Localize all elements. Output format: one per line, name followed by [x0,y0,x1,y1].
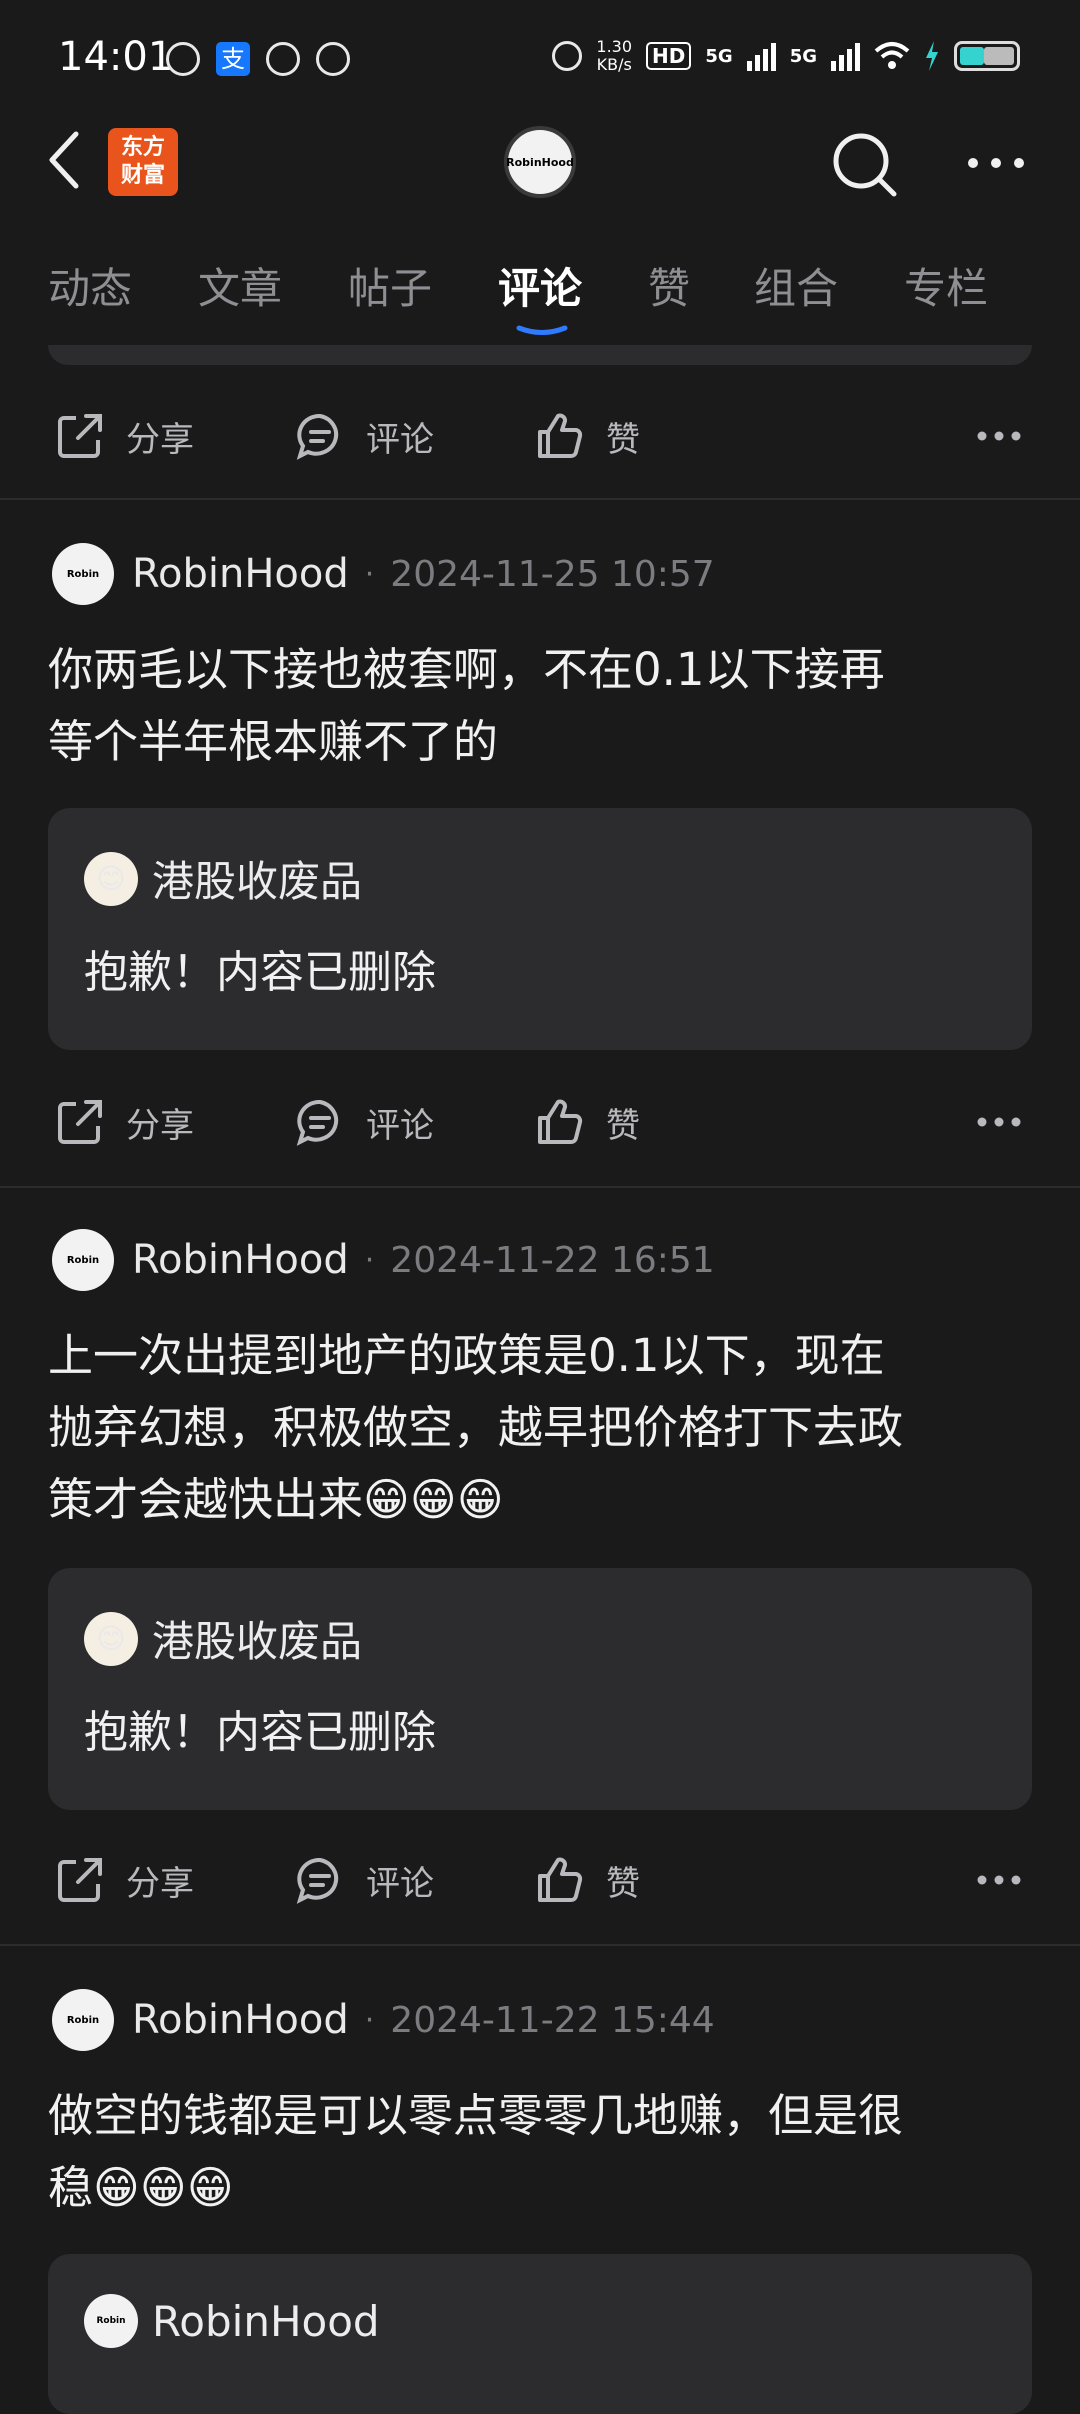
quoted-text: 抱歉！内容已删除 [84,947,436,998]
post-text[interactable]: 你两毛以下接也被套啊，不在0.1以下接再 等个半年根本赚不了的 [48,634,1038,778]
post-header: Robin RobinHood · 2024-11-22 15:44 [52,1988,715,2052]
status-time: 14:01 [58,34,174,80]
active-tab-indicator [516,325,568,335]
quoted-author-avatar: Robin [84,2294,138,2348]
author-name[interactable]: RobinHood [132,1997,349,2043]
author-avatar[interactable]: Robin [52,1229,114,1291]
quoted-author-name: RobinHood [152,2296,380,2346]
author-avatar[interactable]: Robin [52,1989,114,2051]
tab-articles[interactable]: 文章 [198,255,282,316]
tab-bar: 动态 文章 帖子 评论 赞 组合 专栏 [0,255,1080,335]
quoted-post-card[interactable]: 😊 港股收废品 抱歉！内容已删除 [48,1568,1032,1810]
back-arrow-icon[interactable] [44,130,84,190]
network-5g-label: 5G [705,45,733,67]
comment-icon [296,413,339,460]
quoted-author-avatar: 😊 [84,1611,138,1666]
tab-posts[interactable]: 帖子 [348,255,432,316]
tab-comments[interactable]: 评论 [498,255,582,316]
post-time: 2024-11-22 16:51 [390,1239,715,1281]
thumbs-up-icon [538,413,583,458]
divider [0,1944,1080,1946]
share-button[interactable]: 分享 [54,1096,194,1148]
wifi-icon [874,42,910,69]
share-button[interactable]: 分享 [54,1854,194,1906]
quoted-post-card[interactable]: 😊 港股收废品 抱歉！内容已删除 [48,808,1032,1050]
post-text[interactable]: 做空的钱都是可以零点零零几地赚，但是很 稳😁😁😁 [48,2080,1038,2224]
status-left-icons: 支 [166,42,350,76]
comment-button[interactable]: 评论 [294,1096,434,1148]
charging-icon [926,41,938,71]
post-time: 2024-11-25 10:57 [390,553,715,595]
quoted-author-name: 港股收废品 [152,857,363,906]
share-icon [58,1858,102,1902]
more-icon[interactable] [976,1116,1022,1128]
share-button[interactable]: 分享 [54,410,194,462]
quoted-author-avatar: 😊 [84,851,138,906]
tab-portfolio[interactable]: 组合 [754,255,838,316]
post-time: 2024-11-22 15:44 [390,1999,715,2041]
profile-avatar[interactable]: RobinHood [504,126,576,198]
author-name[interactable]: RobinHood [132,551,349,597]
search-icon[interactable] [830,130,900,200]
more-icon[interactable] [976,1874,1022,1886]
status-right-icons: 1.30 KB/s HD 5G 5G [552,38,1020,74]
post-header: Robin RobinHood · 2024-11-22 16:51 [52,1228,715,1292]
app-notification-icon [166,42,200,76]
status-bar: 14:01 支 1.30 KB/s HD 5G 5G [0,0,1080,118]
divider [0,1186,1080,1188]
share-icon [58,1100,102,1144]
comment-button[interactable]: 评论 [294,410,434,462]
share-icon [58,414,102,458]
divider [0,498,1080,500]
send-icon [266,42,300,76]
action-bar: 分享 评论 赞 [0,1080,1080,1160]
thumbs-up-icon [538,1857,583,1902]
signal-icon [746,41,776,71]
action-bar: 分享 评论 赞 [0,1838,1080,1918]
like-button[interactable]: 赞 [534,1096,640,1148]
comment-button[interactable]: 评论 [294,1854,434,1906]
more-icon[interactable] [976,430,1022,442]
alipay-icon: 支 [216,42,250,76]
more-options-icon[interactable] [966,156,1026,170]
author-name[interactable]: RobinHood [132,1237,349,1283]
signal-icon-2 [831,41,860,71]
tab-likes[interactable]: 赞 [648,255,690,316]
post-header: Robin RobinHood · 2024-11-25 10:57 [52,542,715,606]
post-text[interactable]: 上一次出提到地产的政策是0.1以下，现在 抛弃幻想，积极做空，越早把价格打下去政… [48,1320,1038,1536]
previous-quote-card-edge [48,345,1032,365]
quoted-post-card[interactable]: Robin RobinHood [48,2254,1032,2414]
network-speed: 1.30 KB/s [596,37,633,74]
quoted-author-name: 港股收废品 [152,1617,363,1666]
tab-column[interactable]: 专栏 [904,255,988,316]
comment-icon [296,1099,339,1146]
like-button[interactable]: 赞 [534,410,640,462]
author-avatar[interactable]: Robin [52,543,114,605]
alarm-icon [552,41,583,71]
thumbs-up-icon [538,1099,583,1144]
tab-activity[interactable]: 动态 [48,255,132,316]
hd-icon: HD [646,42,692,70]
security-icon [316,42,350,76]
battery-icon [954,41,1020,71]
quoted-text: 抱歉！内容已删除 [84,1707,436,1758]
action-bar: 分享 评论 赞 [0,394,1080,474]
network-5g-label-2: 5G [789,45,817,67]
eastmoney-logo[interactable]: 东方 财富 [108,128,178,196]
like-button[interactable]: 赞 [534,1854,640,1906]
comment-icon [296,1857,339,1904]
